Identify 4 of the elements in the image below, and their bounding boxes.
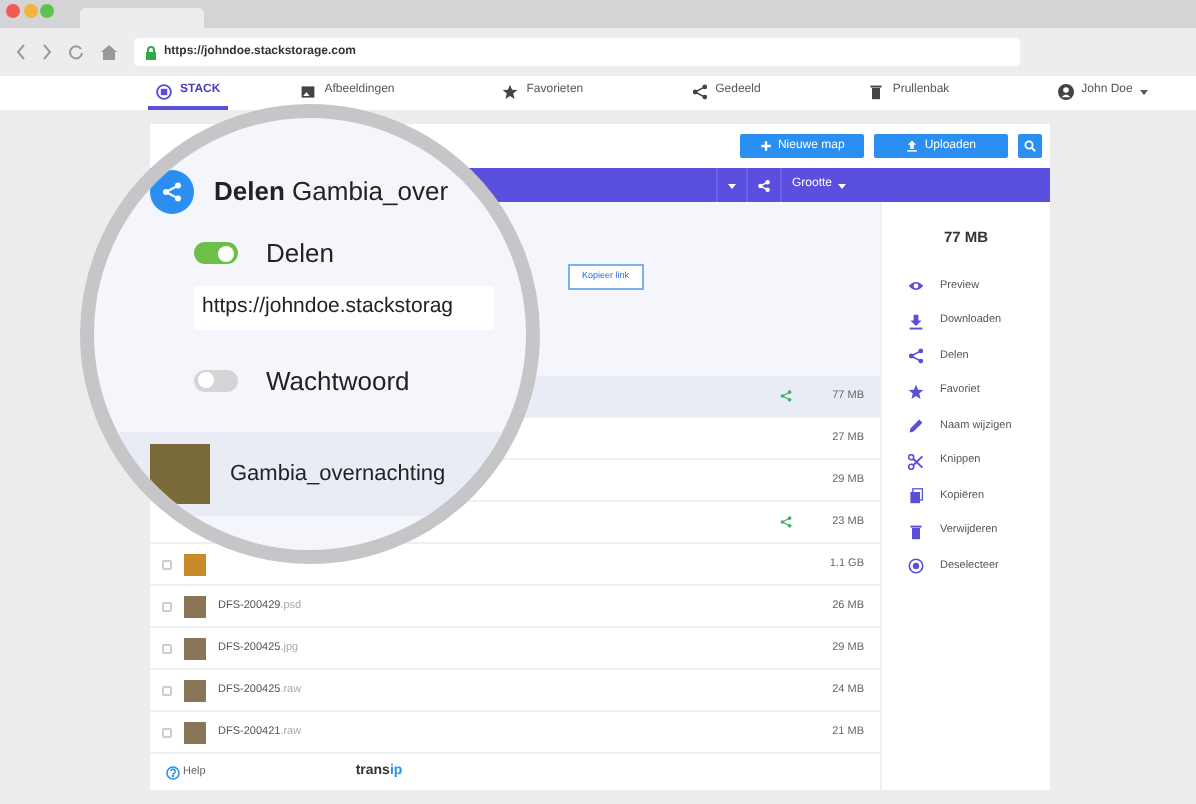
toggle-label: Wachtwoord bbox=[266, 363, 410, 399]
dialog-title: Delen Gambia_over bbox=[214, 174, 449, 211]
file-name: Gambia_overnachting bbox=[230, 459, 446, 490]
toggle-label: Delen bbox=[266, 236, 334, 272]
